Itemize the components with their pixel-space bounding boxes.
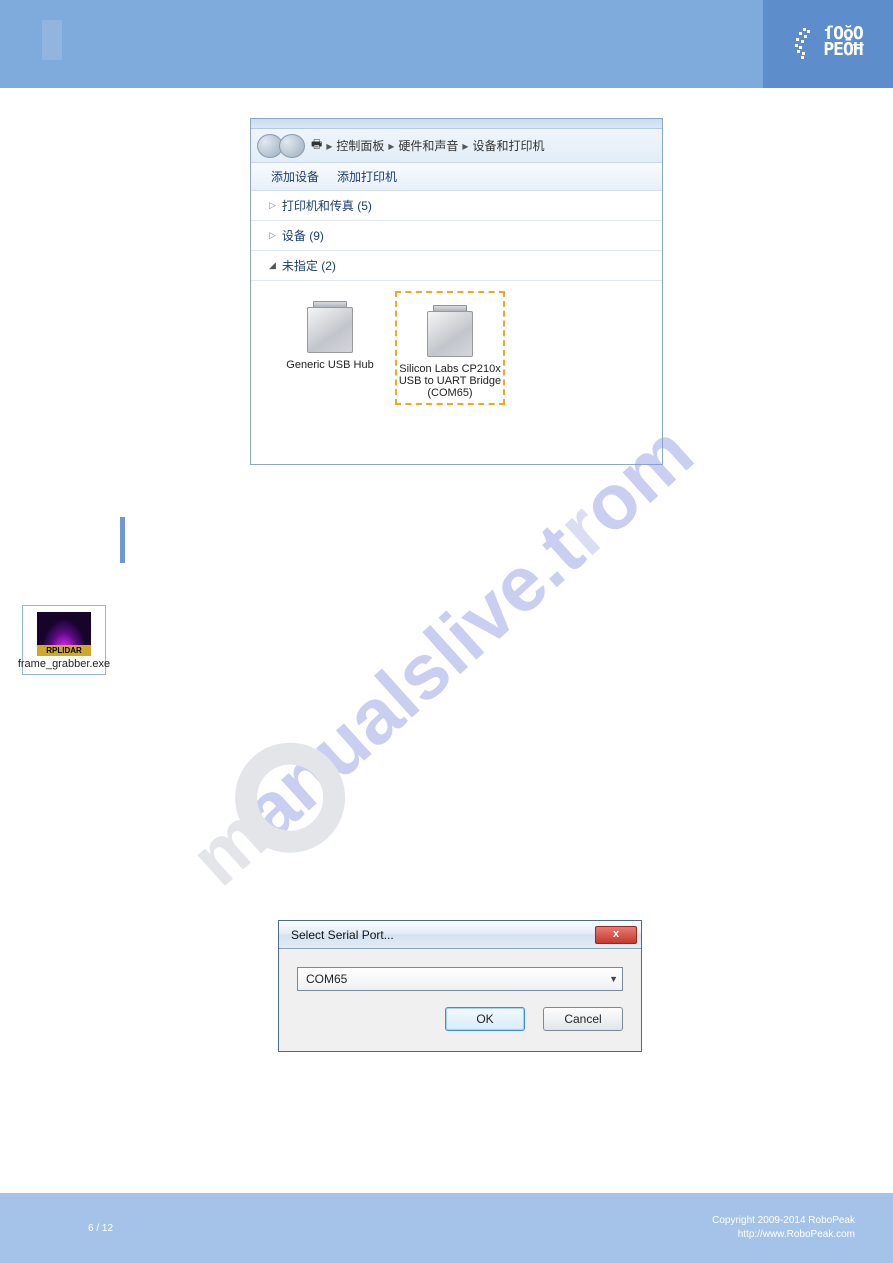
device-icon xyxy=(427,299,473,357)
devices-window: 🖶 ▸ 控制面板 ▸ 硬件和声音 ▸ 设备和打印机 添加设备 添加打印机 ▷ 打… xyxy=(250,118,663,465)
exe-filename: frame_grabber.exe xyxy=(18,658,110,670)
dropdown-arrow-icon: ▼ xyxy=(609,974,618,984)
device-icon xyxy=(307,295,353,353)
cancel-button[interactable]: Cancel xyxy=(543,1007,623,1031)
category-unspecified[interactable]: ◢ 未指定 (2) xyxy=(251,251,662,281)
logo-icon xyxy=(793,26,819,62)
select-value: COM65 xyxy=(306,972,347,986)
svg-text:manualslive.trom: manualslive.trom xyxy=(173,407,709,902)
nav-forward-button[interactable] xyxy=(279,134,305,158)
category-printers[interactable]: ▷ 打印机和传真 (5) xyxy=(251,191,662,221)
chevron-right-icon: ▷ xyxy=(269,230,276,241)
exe-file-item[interactable]: RPLIDAR frame_grabber.exe xyxy=(22,605,106,675)
breadcrumb-icon: 🖶 xyxy=(311,135,322,156)
device-item-usb-hub[interactable]: Generic USB Hub xyxy=(275,291,385,405)
page-number: 6 / 12 xyxy=(88,1223,113,1234)
device-label: Silicon Labs CP210x USB to UART Bridge (… xyxy=(397,363,503,399)
window-toolbar: 添加设备 添加打印机 xyxy=(251,163,662,191)
heading-accent-bar xyxy=(120,517,125,563)
dialog-titlebar: Select Serial Port... x xyxy=(279,921,641,949)
dialog-title: Select Serial Port... xyxy=(291,928,394,942)
chevron-down-icon: ◢ xyxy=(269,260,276,271)
exe-icon-tag: RPLIDAR xyxy=(37,645,91,656)
section-title: Run Demo Application xyxy=(137,524,414,556)
ok-button[interactable]: OK xyxy=(445,1007,525,1031)
copyright-text: Copyright 2009-2014 RoboPeak xyxy=(712,1214,855,1228)
serial-port-select[interactable]: COM65 ▼ xyxy=(297,967,623,991)
category-label: 未指定 (2) xyxy=(282,257,336,274)
category-label: 打印机和传真 (5) xyxy=(282,197,372,214)
window-titlebar xyxy=(251,119,662,129)
breadcrumb-2[interactable]: 硬件和声音 xyxy=(398,137,458,154)
toolbar-add-printer[interactable]: 添加打印机 xyxy=(337,168,397,185)
serial-port-dialog: Select Serial Port... x COM65 ▼ OK Cance… xyxy=(278,920,642,1052)
section-heading: Run Demo Application xyxy=(120,515,414,565)
header-tab xyxy=(42,20,62,60)
breadcrumb-3[interactable]: 设备和打印机 xyxy=(472,137,544,154)
device-item-cp210x[interactable]: Silicon Labs CP210x USB to UART Bridge (… xyxy=(395,291,505,405)
page-footer: 6 / 12 Copyright 2009-2014 RoboPeak http… xyxy=(0,1193,893,1263)
window-nav[interactable]: 🖶 ▸ 控制面板 ▸ 硬件和声音 ▸ 设备和打印机 xyxy=(251,129,662,163)
chevron-right-icon: ▷ xyxy=(269,200,276,211)
breadcrumb-1[interactable]: 控制面板 xyxy=(336,137,384,154)
footer-url: http://www.RoboPeak.com xyxy=(712,1228,855,1242)
toolbar-add-device[interactable]: 添加设备 xyxy=(271,168,319,185)
device-label: Generic USB Hub xyxy=(286,359,373,371)
exe-icon: RPLIDAR xyxy=(37,612,91,656)
category-label: 设备 (9) xyxy=(282,227,324,244)
close-button[interactable]: x xyxy=(595,926,637,944)
page-header: ſOŏO PEŌĦ xyxy=(0,0,893,88)
category-devices[interactable]: ▷ 设备 (9) xyxy=(251,221,662,251)
logo-text-2: PEŌĦ xyxy=(823,42,862,58)
logo-box: ſOŏO PEŌĦ xyxy=(763,0,893,88)
